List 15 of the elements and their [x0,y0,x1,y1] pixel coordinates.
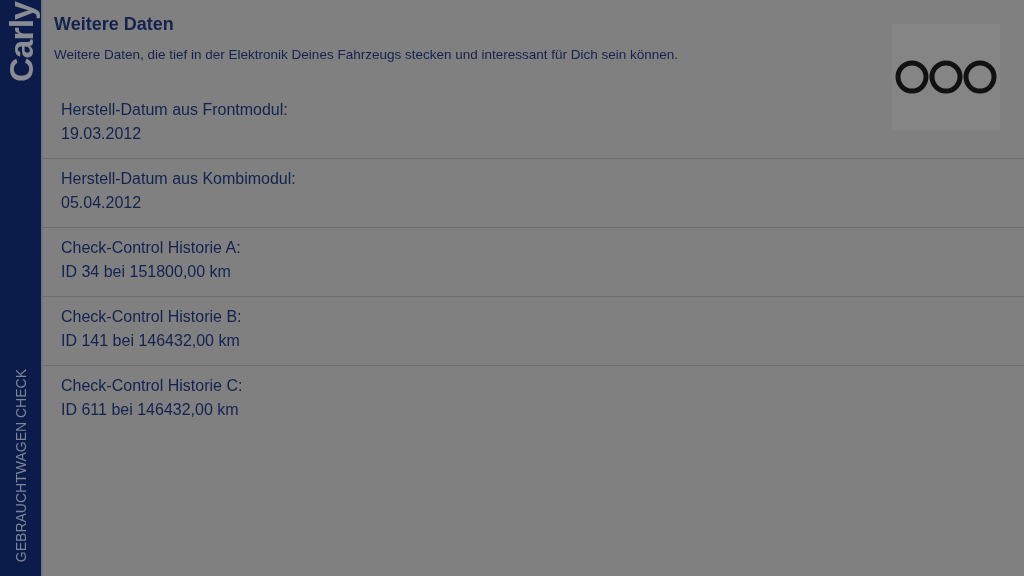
three-rings-icon [895,60,997,94]
data-value: 19.03.2012 [61,124,143,144]
data-value: ID 34 bei 151800,00 km [61,262,232,282]
page-description: Weitere Daten, die tief in der Elektronik Deines Fahrzeugs stecken und interessant für Dich sein können. [54,47,679,62]
data-label: Check-Control Historie A: [61,238,242,258]
sidebar-label: GEBRAUCHTWAGEN CHECK [12,368,29,562]
data-label: Herstell-Datum aus Kombimodul: [61,169,297,189]
data-label: Herstell-Datum aus Frontmodul: [61,100,289,120]
data-label: Check-Control Historie B: [61,307,243,327]
data-value: ID 141 bei 146432,00 km [61,331,241,351]
data-label: Check-Control Historie C: [61,376,244,396]
page-title: Weitere Daten [54,14,175,35]
data-value: 05.04.2012 [61,193,143,213]
data-value: ID 611 bei 146432,00 km [61,400,240,420]
app-logo: Carly [3,2,38,83]
